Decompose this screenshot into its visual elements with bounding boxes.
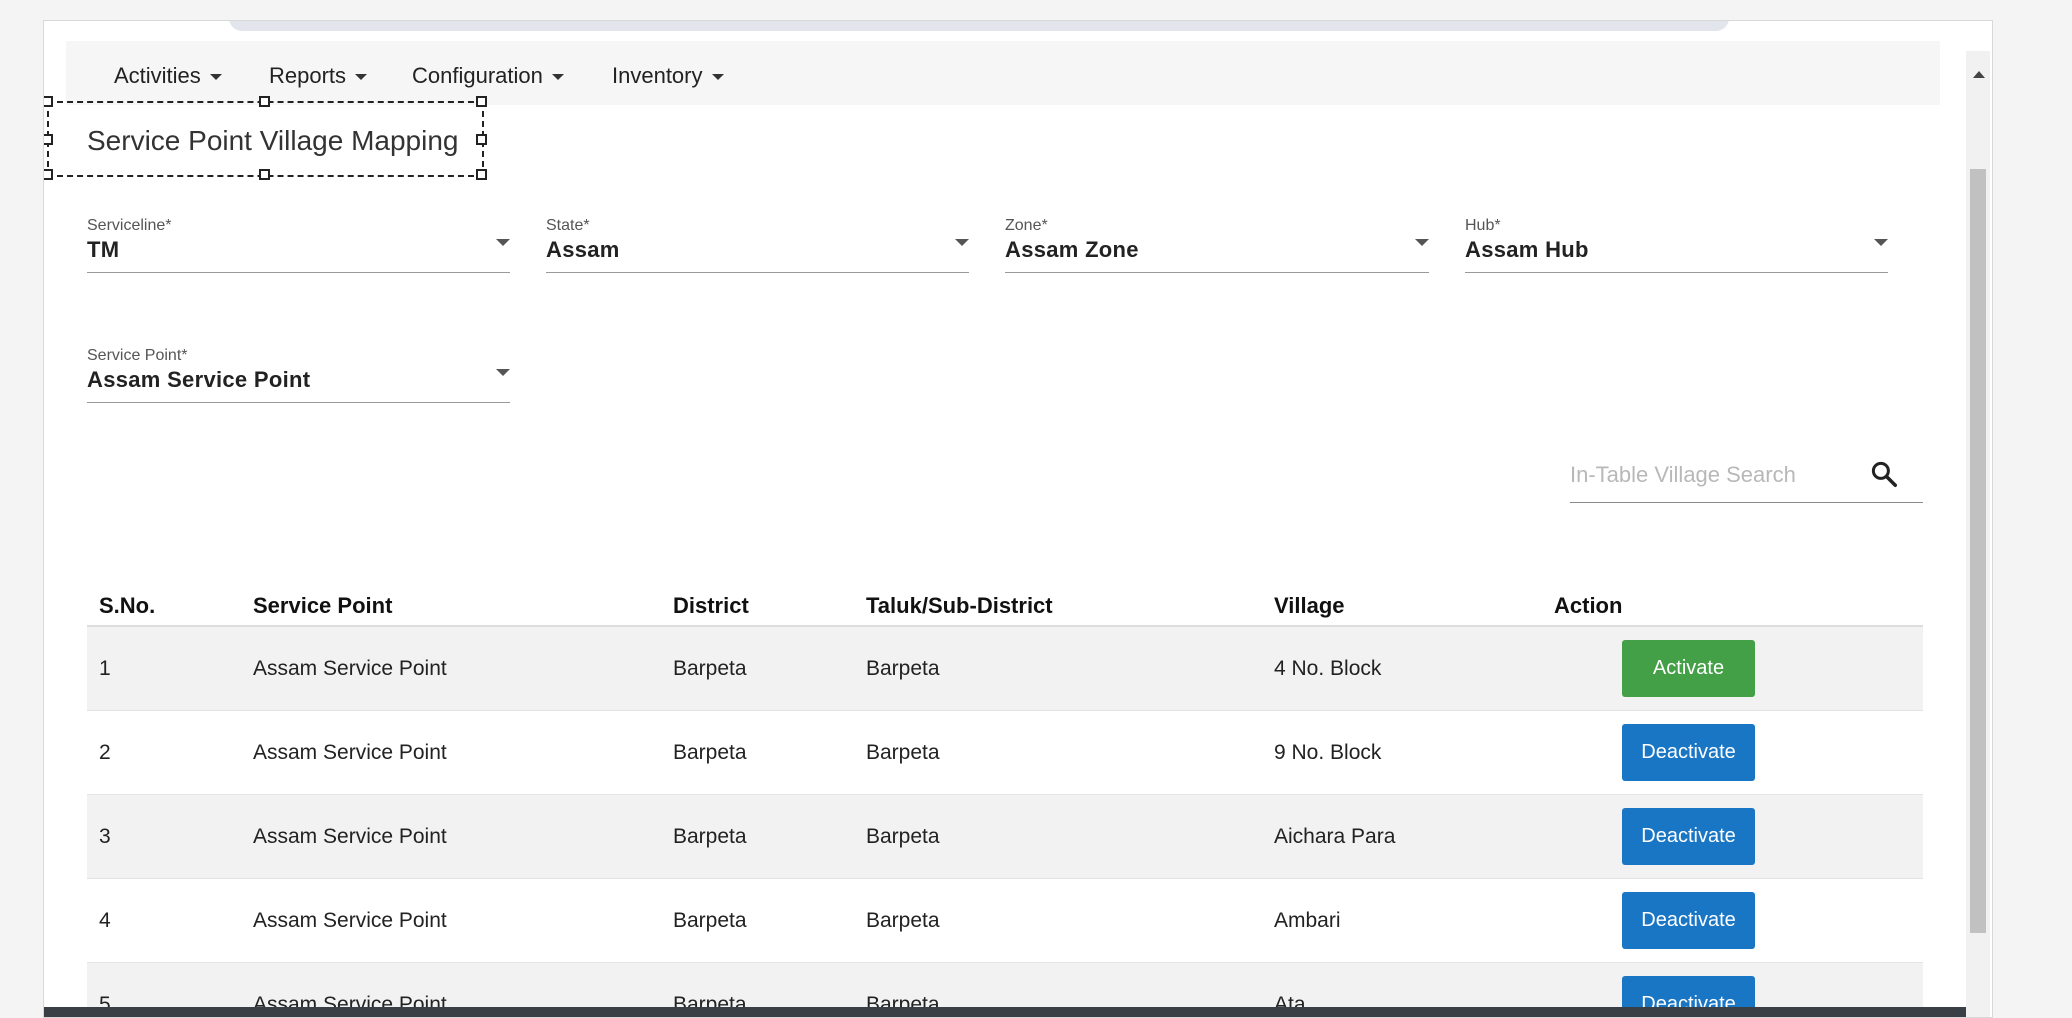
scrollbar-thumb[interactable] bbox=[1970, 169, 1986, 933]
cell-sno: 4 bbox=[99, 909, 111, 932]
cell-district: Barpeta bbox=[673, 909, 747, 932]
header-service-point: Service Point bbox=[253, 593, 393, 618]
state-label: State* bbox=[546, 217, 590, 234]
cell-sno: 3 bbox=[99, 825, 111, 848]
cell-service-point: Assam Service Point bbox=[253, 741, 447, 764]
activate-button[interactable]: Activate bbox=[1622, 640, 1755, 697]
table-row: 4 Assam Service Point Barpeta Barpeta Am… bbox=[87, 879, 1923, 963]
cell-village: Ambari bbox=[1274, 909, 1341, 932]
zone-value: Assam Zone bbox=[1005, 237, 1139, 262]
resize-handle[interactable] bbox=[44, 169, 53, 180]
zone-select[interactable]: Zone* Assam Zone bbox=[1005, 217, 1429, 273]
vertical-scrollbar[interactable] bbox=[1966, 51, 1990, 1017]
resize-handle[interactable] bbox=[476, 169, 487, 180]
mapping-table: S.No. Service Point District Taluk/Sub-D… bbox=[87, 573, 1923, 1017]
deactivate-button[interactable]: Deactivate bbox=[1622, 808, 1755, 865]
dropdown-arrow-icon bbox=[1415, 239, 1429, 246]
cell-village: 9 No. Block bbox=[1274, 741, 1382, 764]
scroll-up-arrow-icon[interactable] bbox=[1973, 71, 1985, 78]
state-value: Assam bbox=[546, 237, 620, 262]
menu-activities[interactable]: Activities bbox=[114, 63, 222, 89]
app-window: Activities Reports Configuration Invento… bbox=[43, 20, 1993, 1018]
serviceline-select[interactable]: Serviceline* TM bbox=[87, 217, 510, 273]
dropdown-arrow-icon bbox=[955, 239, 969, 246]
menu-label: Reports bbox=[269, 63, 347, 88]
cell-taluk: Barpeta bbox=[866, 909, 940, 932]
hub-select[interactable]: Hub* Assam Hub bbox=[1465, 217, 1888, 273]
dropdown-arrow-icon bbox=[496, 239, 510, 246]
table-row: 3 Assam Service Point Barpeta Barpeta Ai… bbox=[87, 795, 1923, 879]
cell-taluk: Barpeta bbox=[866, 657, 940, 680]
caret-down-icon bbox=[551, 74, 564, 81]
hub-label: Hub* bbox=[1465, 217, 1501, 234]
table-row: 2 Assam Service Point Barpeta Barpeta 9 … bbox=[87, 711, 1923, 795]
header-taluk: Taluk/Sub-District bbox=[866, 593, 1053, 618]
resize-handle[interactable] bbox=[259, 96, 270, 107]
table-header: S.No. Service Point District Taluk/Sub-D… bbox=[87, 573, 1923, 627]
header-district: District bbox=[673, 593, 749, 618]
village-search bbox=[1570, 449, 1923, 503]
dropdown-arrow-icon bbox=[496, 369, 510, 376]
serviceline-value: TM bbox=[87, 237, 120, 262]
header-action: Action bbox=[1554, 593, 1623, 618]
menu-label: Configuration bbox=[412, 63, 543, 88]
caret-down-icon bbox=[711, 74, 724, 81]
deactivate-button[interactable]: Deactivate bbox=[1622, 892, 1755, 949]
zone-label: Zone* bbox=[1005, 217, 1048, 234]
cell-district: Barpeta bbox=[673, 741, 747, 764]
cell-village: 4 No. Block bbox=[1274, 657, 1382, 680]
resize-handle[interactable] bbox=[44, 96, 53, 107]
header-village: Village bbox=[1274, 593, 1345, 618]
cell-service-point: Assam Service Point bbox=[253, 657, 447, 680]
hub-value: Assam Hub bbox=[1465, 237, 1589, 262]
cell-service-point: Assam Service Point bbox=[253, 909, 447, 932]
caret-down-icon bbox=[209, 74, 222, 81]
cell-taluk: Barpeta bbox=[866, 741, 940, 764]
page-title: Service Point Village Mapping bbox=[87, 125, 459, 156]
cell-village: Aichara Para bbox=[1274, 825, 1396, 848]
cell-sno: 2 bbox=[99, 741, 111, 764]
resize-handle[interactable] bbox=[476, 96, 487, 107]
menu-reports[interactable]: Reports bbox=[269, 63, 368, 89]
cell-service-point: Assam Service Point bbox=[253, 825, 447, 848]
serviceline-label: Serviceline* bbox=[87, 217, 172, 234]
deactivate-button[interactable]: Deactivate bbox=[1622, 724, 1755, 781]
table-row: 1 Assam Service Point Barpeta Barpeta 4 … bbox=[87, 627, 1923, 711]
resize-handle[interactable] bbox=[44, 134, 53, 145]
state-select[interactable]: State* Assam bbox=[546, 217, 969, 273]
cell-sno: 1 bbox=[99, 657, 111, 680]
menu-configuration[interactable]: Configuration bbox=[412, 63, 564, 89]
resize-handle[interactable] bbox=[476, 134, 487, 145]
menu-label: Activities bbox=[114, 63, 201, 88]
caret-down-icon bbox=[355, 74, 368, 81]
search-icon[interactable] bbox=[1869, 459, 1899, 489]
global-search-bar[interactable] bbox=[229, 21, 1729, 31]
bottom-panel-bar bbox=[44, 1007, 1968, 1017]
resize-handle[interactable] bbox=[259, 169, 270, 180]
service-point-label: Service Point* bbox=[87, 347, 188, 364]
menu-inventory[interactable]: Inventory bbox=[612, 63, 724, 89]
cell-taluk: Barpeta bbox=[866, 825, 940, 848]
cell-district: Barpeta bbox=[673, 657, 747, 680]
dropdown-arrow-icon bbox=[1874, 239, 1888, 246]
menu-label: Inventory bbox=[612, 63, 703, 88]
service-point-value: Assam Service Point bbox=[87, 367, 311, 392]
header-sno: S.No. bbox=[99, 593, 156, 618]
village-search-input[interactable] bbox=[1570, 457, 1870, 493]
cell-district: Barpeta bbox=[673, 825, 747, 848]
service-point-select[interactable]: Service Point* Assam Service Point bbox=[87, 347, 510, 403]
